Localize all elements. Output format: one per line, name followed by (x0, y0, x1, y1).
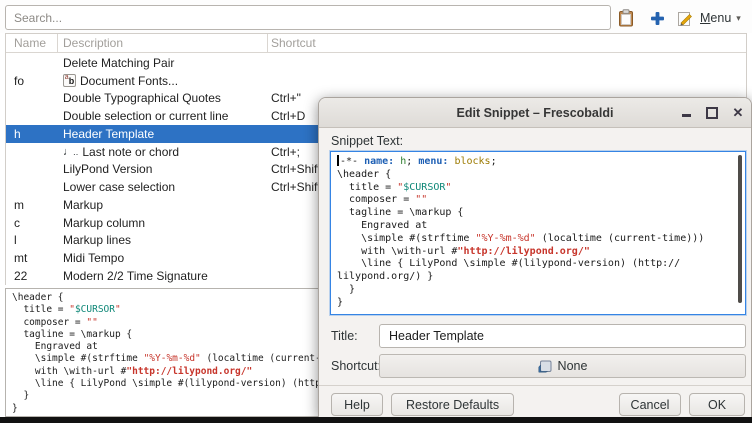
close-icon[interactable]: ✕ (731, 106, 745, 120)
edit-icon (677, 10, 694, 27)
title-label: Title: (331, 329, 379, 343)
paste-icon (618, 9, 634, 27)
ok-button[interactable]: OK (689, 393, 745, 416)
column-header-name[interactable]: Name (6, 34, 58, 52)
menu-label: Menu (700, 11, 731, 25)
minimize-icon[interactable] (679, 106, 693, 120)
row-description: ♩‥Last note or chord (58, 145, 268, 159)
dialog-titlebar[interactable]: Edit Snippet – Frescobaldi ✕ (319, 98, 751, 128)
font-icon: ab (63, 74, 76, 87)
row-description: Delete Matching Pair (58, 56, 268, 70)
toolbar: Menu ▾ (0, 0, 752, 33)
search-input[interactable] (5, 5, 611, 30)
row-name: c (6, 216, 58, 230)
snippet-text-editor[interactable]: -*- name: h; menu: blocks;\header { titl… (330, 151, 746, 315)
row-description: Markup column (58, 216, 268, 230)
shortcut-value: None (558, 359, 588, 373)
menu-button[interactable]: Menu ▾ (700, 7, 741, 29)
row-name: fo (6, 74, 58, 88)
row-description: Markup (58, 198, 268, 212)
table-header: Name Description Shortcut (6, 34, 746, 53)
row-description: abDocument Fonts... (58, 74, 268, 88)
row-name: 22 (6, 269, 58, 283)
editor-scrollbar[interactable] (738, 155, 742, 303)
row-name: l (6, 233, 58, 247)
row-description: Midi Tempo (58, 251, 268, 265)
table-row[interactable]: Delete Matching Pair (6, 54, 746, 72)
menu-dropdown-arrow: ▾ (736, 13, 741, 24)
edit-snippet-dialog: Edit Snippet – Frescobaldi ✕ Snippet Tex… (318, 97, 752, 417)
row-description: Header Template (58, 127, 268, 141)
window-bottom-edge (0, 417, 752, 423)
shortcut-button[interactable]: None (379, 354, 746, 378)
row-name: h (6, 127, 58, 141)
add-icon (650, 11, 665, 26)
restore-defaults-button[interactable]: Restore Defaults (391, 393, 514, 416)
cancel-button[interactable]: Cancel (619, 393, 681, 416)
row-description: Lower case selection (58, 180, 268, 194)
help-button[interactable]: Help (331, 393, 383, 416)
row-description: Modern 2/2 Time Signature (58, 269, 268, 283)
column-header-shortcut[interactable]: Shortcut (268, 34, 746, 52)
dialog-title: Edit Snippet – Frescobaldi (457, 106, 614, 120)
row-description: Double Typographical Quotes (58, 91, 268, 105)
row-description: LilyPond Version (58, 162, 268, 176)
dialog-separator (319, 385, 751, 386)
column-header-description[interactable]: Description (58, 34, 268, 52)
add-button[interactable] (646, 7, 668, 29)
row-name: mt (6, 251, 58, 265)
maximize-icon[interactable] (705, 106, 719, 120)
table-row[interactable]: foabDocument Fonts... (6, 72, 746, 90)
row-name: m (6, 198, 58, 212)
note-icon: ♩‥ (63, 146, 78, 158)
keyboard-icon (538, 360, 552, 373)
row-description: Double selection or current line (58, 109, 268, 123)
shortcut-label: Shortcut: (331, 359, 379, 373)
snippet-text-label: Snippet Text: (331, 134, 403, 148)
paste-button[interactable] (615, 7, 637, 29)
edit-button[interactable] (674, 7, 696, 29)
title-input[interactable] (379, 324, 746, 348)
row-description: Markup lines (58, 233, 268, 247)
